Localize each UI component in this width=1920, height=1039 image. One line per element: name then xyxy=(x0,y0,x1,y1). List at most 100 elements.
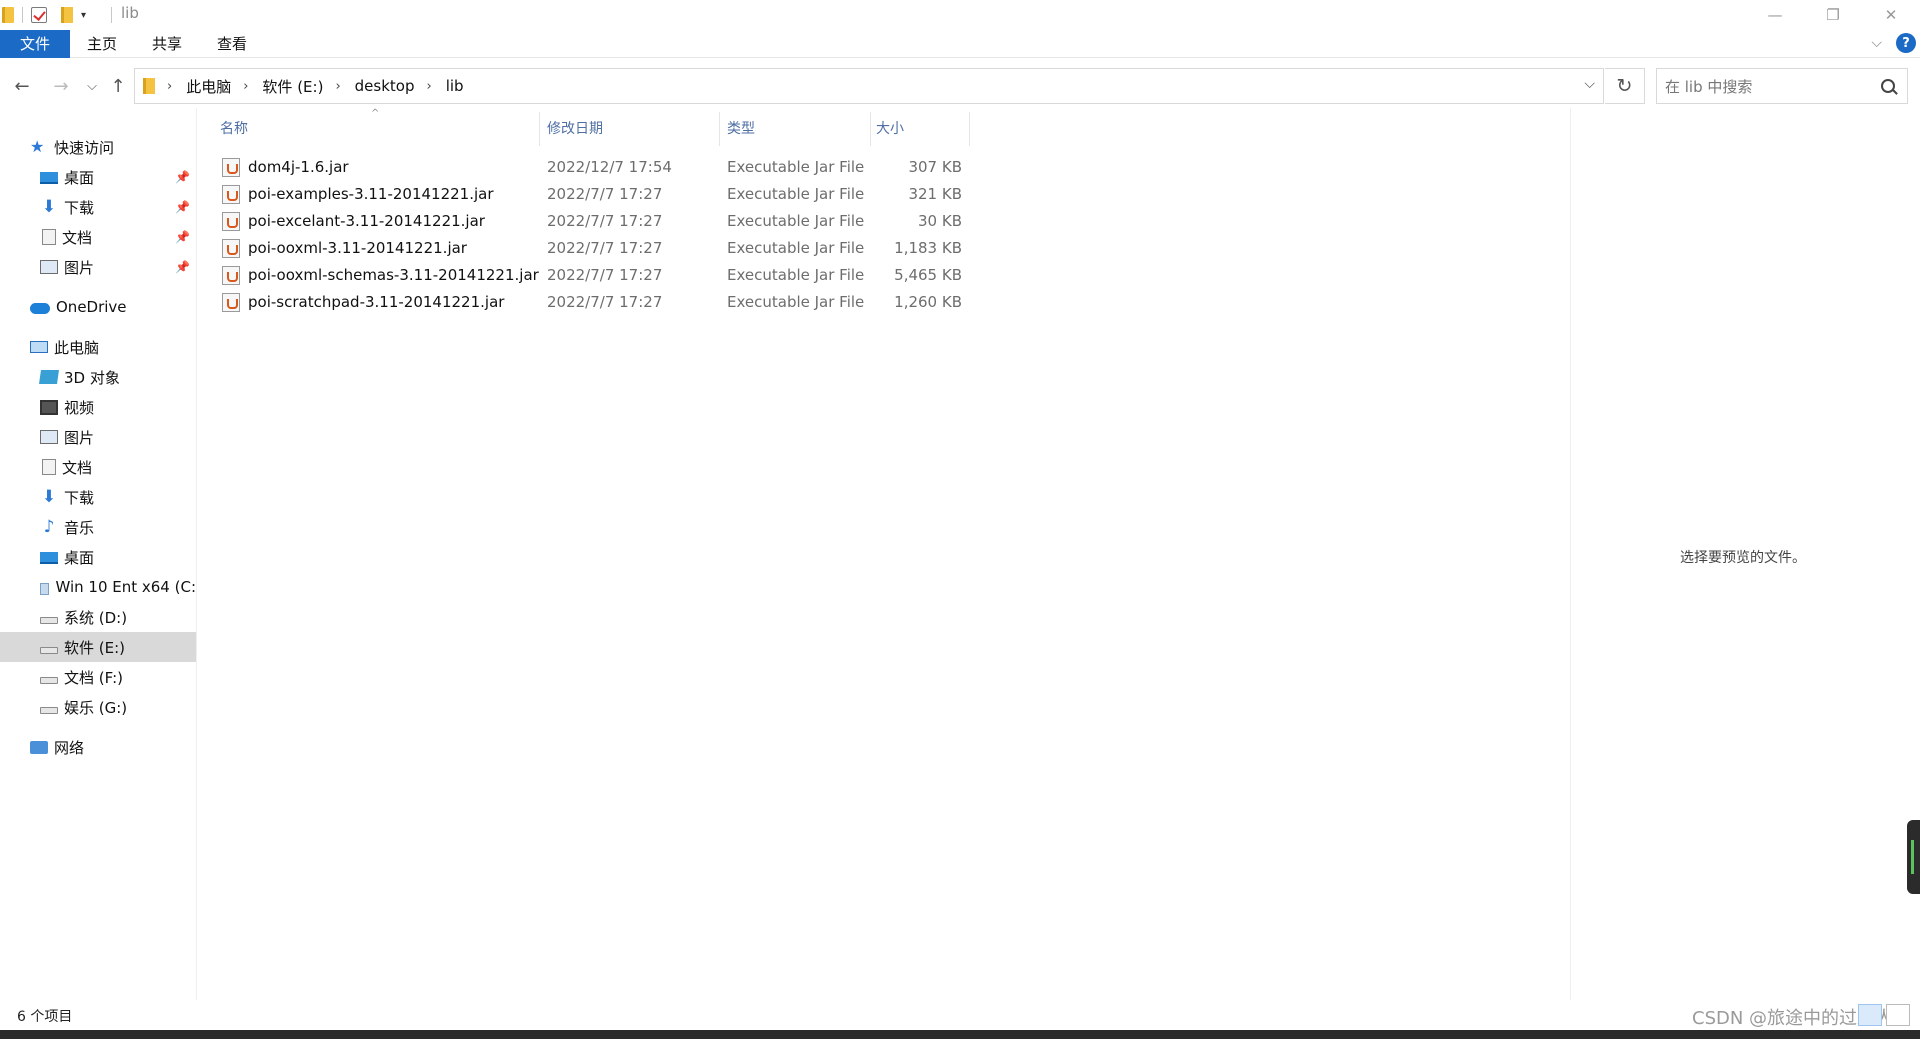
file-row[interactable]: poi-excelant-3.11-20141221.jar 2022/7/7 … xyxy=(210,208,970,235)
back-button[interactable]: ← xyxy=(10,74,34,98)
sidebar-item-quick-access[interactable]: ★ 快速访问 xyxy=(0,132,196,162)
download-icon: ⬇ xyxy=(41,487,57,507)
breadcrumb-drive-e[interactable]: 软件 (E:) xyxy=(262,76,323,97)
forward-button[interactable]: → xyxy=(49,74,73,98)
refresh-button[interactable]: ↻ xyxy=(1605,68,1645,104)
new-folder-icon[interactable] xyxy=(61,7,73,23)
sidebar-item-label: 网络 xyxy=(54,738,85,757)
file-date: 2022/7/7 17:27 xyxy=(547,293,663,311)
sidebar-item-music[interactable]: ♪ 音乐 xyxy=(0,512,196,542)
breadcrumb-separator[interactable]: › xyxy=(243,79,248,94)
file-row[interactable]: poi-scratchpad-3.11-20141221.jar 2022/7/… xyxy=(210,289,970,316)
column-separator[interactable] xyxy=(539,112,540,146)
chevron-down-icon[interactable]: ⌵ xyxy=(1584,76,1595,92)
sidebar-item-pictures[interactable]: 图片 📌 xyxy=(0,252,196,282)
sidebar-item-documents[interactable]: 文档 📌 xyxy=(0,222,196,252)
pin-icon[interactable]: 📌 xyxy=(175,230,190,244)
sidebar-item-documents-pc[interactable]: 文档 xyxy=(0,452,196,482)
search-box[interactable]: 在 lib 中搜索 xyxy=(1656,68,1908,104)
jar-file-icon xyxy=(222,185,240,204)
sidebar-item-label: 音乐 xyxy=(64,518,95,537)
preview-pane-divider[interactable] xyxy=(1570,108,1571,1000)
breadcrumb-desktop[interactable]: desktop xyxy=(355,77,415,95)
sidebar-item-label: 快速访问 xyxy=(54,138,115,157)
up-button[interactable]: ↑ xyxy=(106,74,130,98)
drive-icon xyxy=(40,706,58,714)
quick-access-toolbar: ▾ xyxy=(0,4,86,26)
sidebar-item-label: 视频 xyxy=(64,398,95,417)
restore-button[interactable]: ❐ xyxy=(1804,0,1862,30)
details-view-icon[interactable] xyxy=(1858,1004,1882,1026)
minimize-button[interactable]: — xyxy=(1746,0,1804,30)
tab-file[interactable]: 文件 xyxy=(0,30,70,58)
sidebar-item-drive-d[interactable]: 系统 (D:) xyxy=(0,602,196,632)
column-header-date[interactable]: 修改日期 xyxy=(547,118,603,138)
file-type: Executable Jar File xyxy=(727,239,865,257)
column-separator[interactable] xyxy=(870,112,871,146)
pictures-icon xyxy=(40,260,58,274)
sidebar-item-drive-g[interactable]: 娱乐 (G:) xyxy=(0,692,196,722)
breadcrumb-separator[interactable]: › xyxy=(426,79,431,94)
sidebar-item-drive-e[interactable]: 软件 (E:) xyxy=(0,632,196,662)
tab-view[interactable]: 查看 xyxy=(212,30,252,58)
tab-share[interactable]: 共享 xyxy=(147,30,187,58)
expand-ribbon-icon[interactable]: ⌵ xyxy=(1871,35,1882,51)
file-date: 2022/7/7 17:27 xyxy=(547,212,663,230)
file-row[interactable]: poi-ooxml-3.11-20141221.jar 2022/7/7 17:… xyxy=(210,235,970,262)
sidebar-item-label: 文档 xyxy=(62,458,93,477)
title-bar: ▾ lib — ❐ ✕ xyxy=(0,0,1920,30)
pane-divider[interactable] xyxy=(196,108,197,1000)
video-icon xyxy=(40,399,58,415)
download-icon: ⬇ xyxy=(41,197,57,217)
breadcrumb-separator[interactable]: › xyxy=(335,79,340,94)
network-icon xyxy=(30,740,48,754)
large-icons-view-icon[interactable] xyxy=(1886,1004,1910,1026)
sidebar-item-desktop-pc[interactable]: 桌面 xyxy=(0,542,196,572)
sidebar-item-downloads-pc[interactable]: ⬇ 下载 xyxy=(0,482,196,512)
pin-icon[interactable]: 📌 xyxy=(175,200,190,214)
file-date: 2022/7/7 17:27 xyxy=(547,239,663,257)
column-separator[interactable] xyxy=(969,112,970,146)
file-size: 1,260 KB xyxy=(894,293,962,311)
recent-locations-button[interactable]: ⌵ xyxy=(80,74,104,98)
file-row[interactable]: poi-ooxml-schemas-3.11-20141221.jar 2022… xyxy=(210,262,970,289)
sidebar-item-3d-objects[interactable]: 3D 对象 xyxy=(0,362,196,392)
column-separator[interactable] xyxy=(719,112,720,146)
pin-icon[interactable]: 📌 xyxy=(175,260,190,274)
close-button[interactable]: ✕ xyxy=(1862,0,1920,30)
sidebar-item-label: 文档 xyxy=(62,228,93,247)
sidebar-item-label: 此电脑 xyxy=(54,338,100,357)
file-type: Executable Jar File xyxy=(727,212,865,230)
address-bar[interactable]: › 此电脑 › 软件 (E:) › desktop › lib ⌵ xyxy=(134,68,1604,104)
sidebar-item-pictures-pc[interactable]: 图片 xyxy=(0,422,196,452)
search-input[interactable]: 在 lib 中搜索 xyxy=(1665,76,1881,97)
sidebar-item-this-pc[interactable]: 此电脑 xyxy=(0,332,196,362)
column-header-size[interactable]: 大小 xyxy=(876,118,904,138)
search-icon[interactable] xyxy=(1881,79,1895,93)
properties-icon[interactable] xyxy=(31,7,47,23)
sidebar-item-drive-c[interactable]: Win 10 Ent x64 (C: xyxy=(0,572,196,602)
help-icon[interactable]: ? xyxy=(1896,33,1916,53)
taskbar xyxy=(0,1030,1920,1039)
file-name: dom4j-1.6.jar xyxy=(248,158,349,176)
column-header-type[interactable]: 类型 xyxy=(727,118,755,138)
sidebar-item-drive-f[interactable]: 文档 (F:) xyxy=(0,662,196,692)
sidebar-item-onedrive[interactable]: OneDrive xyxy=(0,292,196,322)
breadcrumb-this-pc[interactable]: 此电脑 xyxy=(186,76,231,97)
customize-toolbar-icon[interactable]: ▾ xyxy=(81,10,86,21)
sidebar-item-videos[interactable]: 视频 xyxy=(0,392,196,422)
pin-icon[interactable]: 📌 xyxy=(175,170,190,184)
sidebar-item-network[interactable]: 网络 xyxy=(0,732,196,762)
file-date: 2022/7/7 17:27 xyxy=(547,185,663,203)
sidebar-item-label: 下载 xyxy=(64,198,95,217)
tab-home[interactable]: 主页 xyxy=(82,30,122,58)
breadcrumb-separator[interactable]: › xyxy=(167,79,172,94)
sidebar-item-downloads[interactable]: ⬇ 下载 📌 xyxy=(0,192,196,222)
breadcrumb-lib[interactable]: lib xyxy=(446,77,464,95)
file-type: Executable Jar File xyxy=(727,185,865,203)
file-row[interactable]: dom4j-1.6.jar 2022/12/7 17:54 Executable… xyxy=(210,154,970,181)
column-header-name[interactable]: 名称 xyxy=(220,118,248,138)
sidebar-item-desktop[interactable]: 桌面 📌 xyxy=(0,162,196,192)
side-handle[interactable] xyxy=(1907,820,1920,894)
file-row[interactable]: poi-examples-3.11-20141221.jar 2022/7/7 … xyxy=(210,181,970,208)
